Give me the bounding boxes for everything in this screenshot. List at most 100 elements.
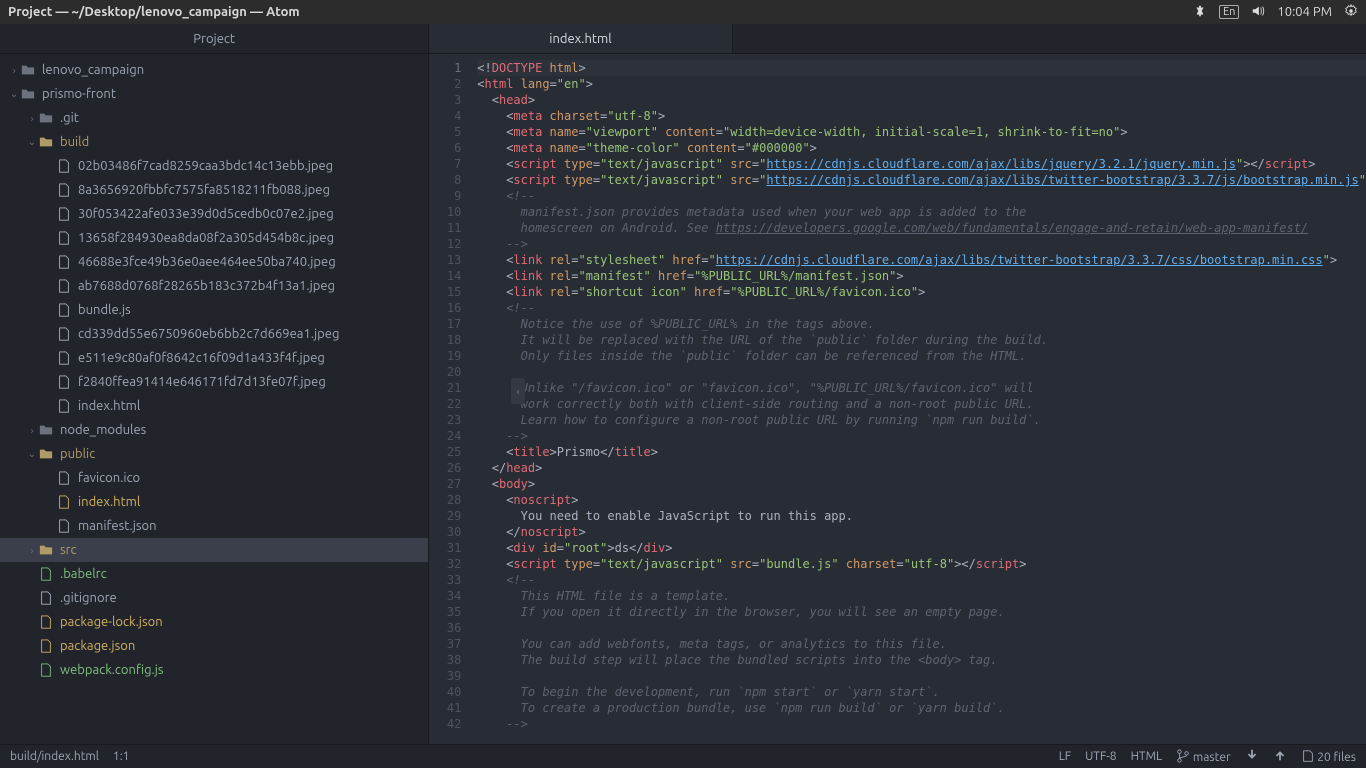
tab-index-html[interactable]: index.html — [429, 24, 732, 53]
folder-icon — [38, 542, 54, 558]
tree-item[interactable]: ⌄prismo-front — [0, 82, 428, 106]
tree-item[interactable]: index.html — [0, 490, 428, 514]
tab-title: index.html — [549, 32, 611, 46]
tree-label: .gitignore — [60, 591, 117, 605]
file-icon — [38, 638, 54, 654]
code-area[interactable]: <!DOCTYPE html><html lang="en"> <head> <… — [469, 54, 1366, 744]
file-icon — [56, 182, 72, 198]
window-title: Project — ~/Desktop/lenovo_campaign — At… — [8, 5, 300, 19]
tree-label: 30f053422afe033e39d0d5cedb0c07e2.jpeg — [78, 207, 334, 221]
git-fetch-icon[interactable] — [1245, 748, 1259, 765]
tree-item[interactable]: ⌄public — [0, 442, 428, 466]
tree-item[interactable]: .babelrc — [0, 562, 428, 586]
status-cursor-pos[interactable]: 1:1 — [113, 750, 130, 763]
status-git-branch[interactable]: master — [1176, 749, 1230, 764]
tree-label: index.html — [78, 399, 140, 413]
status-path[interactable]: build/index.html — [10, 750, 99, 763]
file-icon — [56, 398, 72, 414]
folder-icon — [38, 110, 54, 126]
tree-label: 46688e3fce49b36e0aee464ee50ba740.jpeg — [78, 255, 336, 269]
file-icon — [38, 590, 54, 606]
file-icon — [56, 230, 72, 246]
tree-item[interactable]: 8a3656920fbbfc7575fa8518211fb088.jpeg — [0, 178, 428, 202]
editor-tabs: index.html — [429, 24, 1366, 54]
tree-item[interactable]: 46688e3fce49b36e0aee464ee50ba740.jpeg — [0, 250, 428, 274]
tree-item[interactable]: 02b03486f7cad8259caa3bdc14c13ebb.jpeg — [0, 154, 428, 178]
tree-item[interactable]: 13658f284930ea8da08f2a305d454b8c.jpeg — [0, 226, 428, 250]
tree-label: package-lock.json — [60, 615, 163, 629]
folder-icon — [38, 446, 54, 462]
file-icon — [38, 614, 54, 630]
gear-icon[interactable] — [1344, 4, 1358, 21]
fold-handle[interactable]: ‹ — [511, 378, 525, 404]
tree-item[interactable]: package-lock.json — [0, 610, 428, 634]
network-icon[interactable] — [1193, 4, 1207, 21]
tree-label: favicon.ico — [78, 471, 140, 485]
tree-item[interactable]: index.html — [0, 394, 428, 418]
status-bar: build/index.html 1:1 LF UTF-8 HTML maste… — [0, 744, 1366, 768]
tree-item[interactable]: ›lenovo_campaign — [0, 58, 428, 82]
tree-item[interactable]: webpack.config.js — [0, 658, 428, 682]
file-icon — [56, 278, 72, 294]
tree-label: f2840ffea91414e646171fd7d13fe07f.jpeg — [78, 375, 326, 389]
folder-icon — [38, 422, 54, 438]
project-sidebar: Project ›lenovo_campaign⌄prismo-front›.g… — [0, 24, 429, 744]
folder-icon — [20, 62, 36, 78]
tree-label: .babelrc — [60, 567, 107, 581]
tree-item[interactable]: ›.git — [0, 106, 428, 130]
file-icon — [56, 302, 72, 318]
tree-label: index.html — [78, 495, 140, 509]
line-gutter: 1234567891011121314151617181920212223242… — [429, 54, 469, 744]
status-files[interactable]: 20 files — [1301, 749, 1357, 764]
tree-label: 8a3656920fbbfc7575fa8518211fb088.jpeg — [78, 183, 330, 197]
file-icon — [56, 206, 72, 222]
tree-item[interactable]: ›src — [0, 538, 428, 562]
tree-label: ab7688d0768f28265b183c372b4f13a1.jpeg — [78, 279, 335, 293]
tree-label: e511e9c80af0f8642c16f09d1a433f4f.jpeg — [78, 351, 325, 365]
tree-item[interactable]: e511e9c80af0f8642c16f09d1a433f4f.jpeg — [0, 346, 428, 370]
tree-label: cd339dd55e6750960eb6bb2c7d669ea1.jpeg — [78, 327, 339, 341]
status-language[interactable]: HTML — [1131, 750, 1163, 763]
folder-icon — [20, 86, 36, 102]
language-indicator[interactable]: En — [1219, 5, 1239, 19]
tree-item[interactable]: favicon.ico — [0, 466, 428, 490]
tree-label: src — [60, 543, 77, 557]
tree-label: 02b03486f7cad8259caa3bdc14c13ebb.jpeg — [78, 159, 333, 173]
tree-label: build — [60, 135, 89, 149]
status-encoding[interactable]: UTF-8 — [1085, 750, 1116, 763]
clock[interactable]: 10:04 PM — [1277, 5, 1332, 19]
tree-item[interactable]: .gitignore — [0, 586, 428, 610]
tree-item[interactable]: bundle.js — [0, 298, 428, 322]
system-tray: En 10:04 PM — [1193, 4, 1358, 21]
tree-item[interactable]: ⌄build — [0, 130, 428, 154]
code-editor[interactable]: 1234567891011121314151617181920212223242… — [429, 54, 1366, 744]
tree-item[interactable]: cd339dd55e6750960eb6bb2c7d669ea1.jpeg — [0, 322, 428, 346]
file-icon — [56, 470, 72, 486]
tree-label: node_modules — [60, 423, 146, 437]
file-icon — [56, 326, 72, 342]
tree-item[interactable]: f2840ffea91414e646171fd7d13fe07f.jpeg — [0, 370, 428, 394]
sidebar-header: Project — [0, 24, 428, 54]
system-menubar: Project — ~/Desktop/lenovo_campaign — At… — [0, 0, 1366, 24]
tree-item[interactable]: ›node_modules — [0, 418, 428, 442]
tree-item[interactable]: ab7688d0768f28265b183c372b4f13a1.jpeg — [0, 274, 428, 298]
tree-label: bundle.js — [78, 303, 131, 317]
git-push-icon[interactable] — [1273, 748, 1287, 765]
tree-item[interactable]: manifest.json — [0, 514, 428, 538]
tree-item[interactable]: package.json — [0, 634, 428, 658]
file-icon — [56, 494, 72, 510]
file-tree[interactable]: ›lenovo_campaign⌄prismo-front›.git⌄build… — [0, 54, 428, 744]
file-icon — [56, 254, 72, 270]
file-icon — [56, 374, 72, 390]
status-eol[interactable]: LF — [1059, 750, 1071, 763]
file-icon — [38, 662, 54, 678]
sound-icon[interactable] — [1251, 4, 1265, 21]
tree-label: 13658f284930ea8da08f2a305d454b8c.jpeg — [78, 231, 334, 245]
tree-label: prismo-front — [42, 87, 116, 101]
tree-label: manifest.json — [78, 519, 157, 533]
editor-pane: index.html 12345678910111213141516171819… — [429, 24, 1366, 744]
tree-item[interactable]: 30f053422afe033e39d0d5cedb0c07e2.jpeg — [0, 202, 428, 226]
tree-label: .git — [60, 111, 79, 125]
tree-label: webpack.config.js — [60, 663, 164, 677]
file-icon — [38, 566, 54, 582]
